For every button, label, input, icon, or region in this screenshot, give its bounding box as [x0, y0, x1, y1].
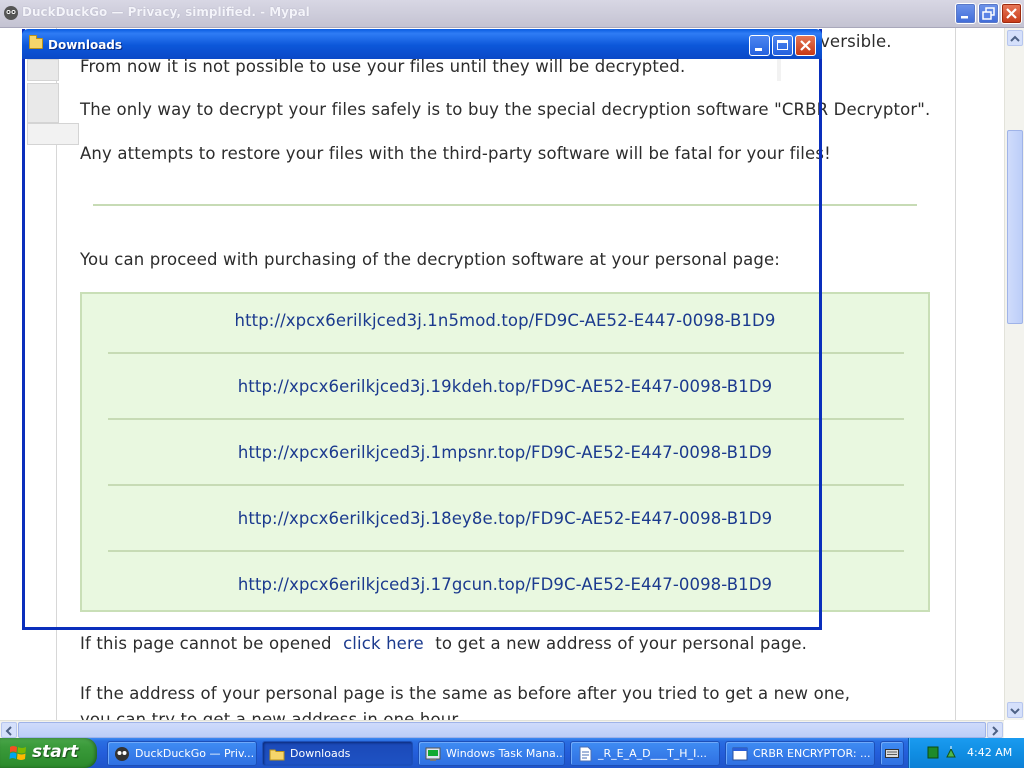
taskbar-item-crbr-encryptor[interactable]: CRBR ENCRYPTOR: ... [725, 741, 875, 766]
taskbar-item-downloads[interactable]: Downloads [262, 741, 413, 766]
downloads-minimize-button[interactable] [749, 35, 770, 56]
column-border-right [955, 28, 956, 720]
partial-text: versible. [820, 32, 892, 51]
task-manager-icon [425, 747, 441, 761]
minimize-button[interactable] [955, 3, 976, 24]
downloads-maximize-button[interactable] [772, 35, 793, 56]
downloads-list-fragment [27, 83, 59, 123]
downloads-list-fragment [27, 59, 59, 81]
click-here-link[interactable]: click here [343, 634, 424, 653]
chevron-up-icon [1010, 35, 1020, 42]
taskbar-item-label: Windows Task Mana... [446, 747, 565, 760]
mypal-icon [4, 6, 18, 20]
browser-title: DuckDuckGo — Privacy, simplified. - Mypa… [22, 5, 310, 19]
taskbar-clock[interactable]: 4:42 AM [967, 746, 1012, 759]
paragraph-cannot-open: If this page cannot be opened click here… [80, 634, 807, 653]
folder-icon [269, 749, 285, 761]
taskbar: start DuckDuckGo — Priv... Downloads Win… [0, 738, 1024, 768]
paragraph-try-later: you can try to get a new address in one … [80, 710, 463, 720]
scroll-left-button[interactable] [1, 722, 17, 738]
windows-flag-icon [9, 746, 26, 760]
chevron-left-icon [5, 726, 12, 736]
downloads-list-fragment [27, 123, 79, 145]
close-icon [800, 40, 811, 51]
quick-launch-keyboard[interactable] [880, 741, 904, 766]
restore-icon [982, 7, 995, 20]
vertical-scrollbar[interactable] [1004, 28, 1024, 720]
scroll-right-button[interactable] [987, 722, 1003, 738]
keyboard-icon [885, 749, 899, 758]
taskbar-item-readme[interactable]: _R_E_A_D___T_H_I... [570, 741, 720, 766]
chevron-right-icon [992, 726, 999, 736]
scroll-down-button[interactable] [1007, 702, 1023, 718]
taskbar-item-browser[interactable]: DuckDuckGo — Priv... [107, 741, 257, 766]
paragraph-same-address: If the address of your personal page is … [80, 684, 851, 703]
minimize-icon [961, 16, 968, 19]
downloads-window[interactable]: Downloads [22, 29, 822, 630]
scroll-thumb[interactable] [1007, 130, 1023, 324]
folder-icon [29, 35, 43, 49]
taskbar-item-label: CRBR ENCRYPTOR: ... [753, 747, 871, 760]
mypal-icon [115, 747, 129, 761]
scroll-up-button[interactable] [1007, 30, 1023, 46]
document-icon [579, 746, 592, 762]
downloads-titlebar[interactable]: Downloads [22, 29, 822, 59]
taskbar-item-label: Downloads [290, 747, 351, 760]
downloads-close-button[interactable] [795, 35, 816, 56]
horizontal-scroll-thumb[interactable] [18, 722, 986, 738]
horizontal-scrollbar[interactable] [0, 720, 1004, 738]
taskbar-item-task-manager[interactable]: Windows Task Mana... [418, 741, 565, 766]
browser-titlebar[interactable]: DuckDuckGo — Privacy, simplified. - Mypa… [0, 0, 1024, 28]
maximize-icon [777, 40, 788, 50]
chevron-down-icon [1010, 708, 1020, 715]
restore-button[interactable] [978, 3, 999, 24]
downloads-list-fragment [777, 59, 781, 81]
cannot-open-text-after: to get a new address of your personal pa… [429, 634, 808, 653]
taskbar-item-label: DuckDuckGo — Priv... [135, 747, 255, 760]
downloads-title: Downloads [48, 38, 123, 52]
green-tray-icon[interactable] [927, 746, 939, 759]
cannot-open-text: If this page cannot be opened [80, 634, 338, 653]
network-icon[interactable] [945, 746, 957, 759]
minimize-icon [755, 48, 762, 51]
system-tray: 4:42 AM [908, 738, 1024, 768]
start-label: start [32, 742, 79, 762]
close-icon [1006, 8, 1017, 19]
taskbar-item-label: _R_E_A_D___T_H_I... [598, 747, 707, 760]
window-icon [732, 747, 748, 761]
start-button[interactable]: start [0, 738, 97, 768]
close-button[interactable] [1001, 3, 1022, 24]
